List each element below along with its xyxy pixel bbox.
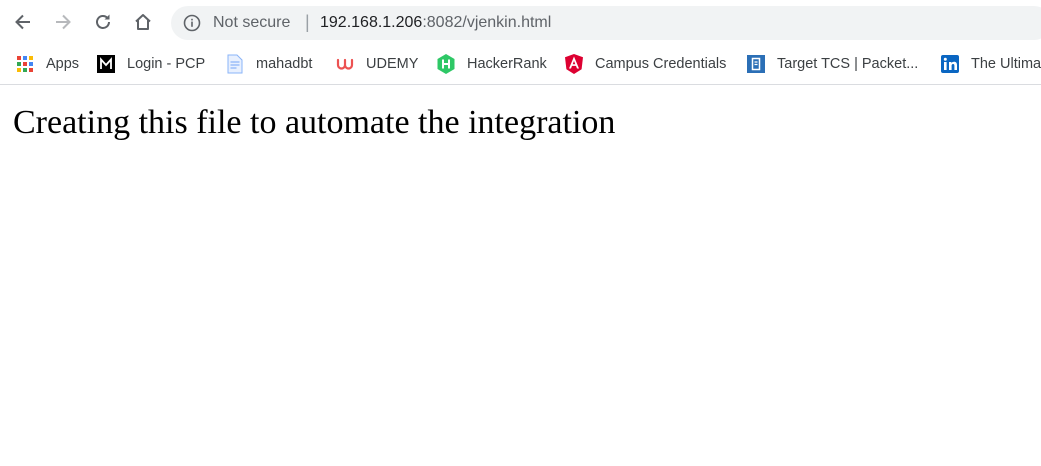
bookmark-hackerrank[interactable]: HackerRank xyxy=(437,53,547,75)
packet-logo-icon xyxy=(747,55,765,73)
bookmark-campus-credentials[interactable]: Campus Credentials xyxy=(565,53,726,75)
url-text[interactable]: 192.168.1.206:8082/vjenkin.html xyxy=(320,14,551,32)
reload-icon xyxy=(96,14,110,29)
udemy-logo-icon xyxy=(336,55,354,73)
info-icon[interactable] xyxy=(183,14,201,32)
bookmark-label: Login - PCP xyxy=(127,56,206,72)
bookmark-apps[interactable]: Apps xyxy=(16,53,79,75)
url-separator: | xyxy=(305,12,310,32)
bookmark-the-ultima[interactable]: The Ultima xyxy=(941,53,1041,75)
forward-button[interactable] xyxy=(49,8,77,36)
home-button[interactable] xyxy=(129,8,157,36)
bookmark-label: Apps xyxy=(46,56,80,72)
bookmark-udemy[interactable]: UDEMY xyxy=(336,53,418,75)
bookmarks-bar: Apps Login - PCP mahadbt UDEMY HackerRan… xyxy=(0,44,1041,85)
browser-toolbar: Not secure | 192.168.1.206:8082/vjenkin.… xyxy=(0,0,1041,44)
bookmark-label: Target TCS | Packet... xyxy=(777,56,919,72)
m-logo-icon xyxy=(97,55,115,73)
bookmark-label: The Ultima xyxy=(971,56,1041,72)
page-heading: Creating this file to automate the integ… xyxy=(13,104,616,141)
bookmark-target-tcs[interactable]: Target TCS | Packet... xyxy=(747,53,918,75)
bookmark-label: UDEMY xyxy=(366,56,419,72)
apps-grid-icon xyxy=(16,55,34,73)
security-label: Not secure xyxy=(213,14,291,31)
bookmark-login-pcp[interactable]: Login - PCP xyxy=(97,53,205,75)
page-content: Creating this file to automate the integ… xyxy=(13,101,1033,145)
linkedin-logo-icon xyxy=(941,55,959,73)
angular-logo-icon xyxy=(565,54,583,74)
document-icon xyxy=(226,54,244,74)
back-button[interactable] xyxy=(9,8,37,36)
bookmark-mahadbt[interactable]: mahadbt xyxy=(226,53,312,75)
home-icon xyxy=(135,14,151,30)
forward-arrow-icon xyxy=(56,14,71,30)
bookmark-label: HackerRank xyxy=(467,56,547,72)
bookmark-label: mahadbt xyxy=(256,56,313,72)
address-bar[interactable]: Not secure | 192.168.1.206:8082/vjenkin.… xyxy=(171,6,1041,40)
bookmark-label: Campus Credentials xyxy=(595,56,727,72)
reload-button[interactable] xyxy=(89,8,117,36)
url-host: 192.168.1.206 xyxy=(320,14,423,31)
url-path: :8082/vjenkin.html xyxy=(422,14,552,31)
back-arrow-icon xyxy=(15,14,30,30)
hackerrank-logo-icon xyxy=(437,54,455,74)
